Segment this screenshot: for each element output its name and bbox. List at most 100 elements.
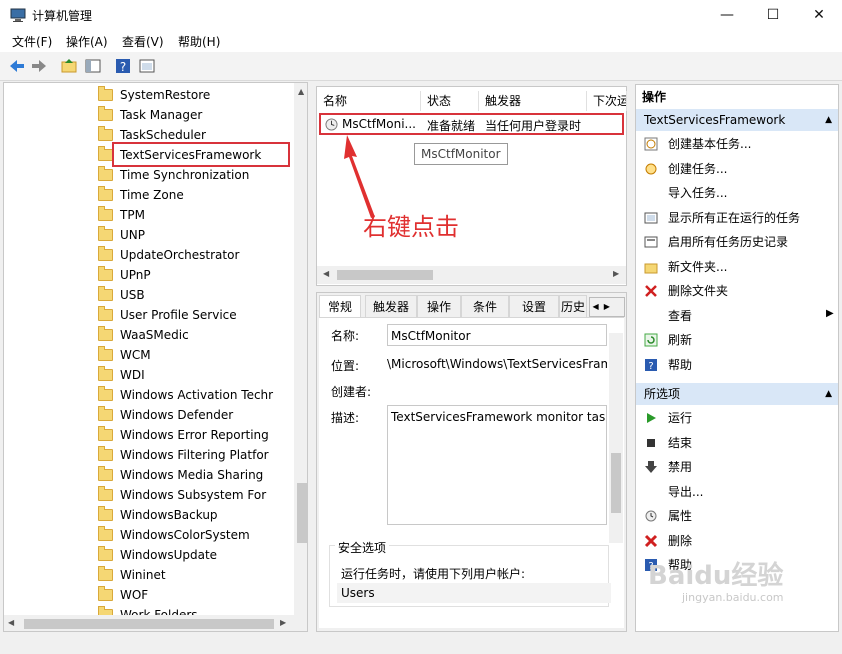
folder-icon [98,466,113,481]
tree-item[interactable]: Windows Error Reporting [98,425,269,445]
menu-help[interactable]: 帮助(H) [178,33,220,50]
action-item[interactable]: 创建基本任务... [644,133,751,155]
tab-conditions[interactable]: 条件 [461,295,509,317]
tree-item[interactable]: TPM [98,205,145,225]
tooltip: MsCtfMonitor [414,143,508,165]
tree-item[interactable]: Windows Media Sharing [98,465,263,485]
action-item[interactable]: 显示所有正在运行的任务 [644,207,800,229]
tree-item[interactable]: SystemRestore [98,85,210,105]
help-icon[interactable]: ? [114,57,132,75]
tab-triggers[interactable]: 触发器 [365,295,417,317]
tree-item[interactable]: Wininet [98,565,166,585]
tree-item[interactable]: Task Manager [98,105,202,125]
menu-view[interactable]: 查看(V) [122,33,164,50]
close-button[interactable]: ✕ [796,0,842,30]
description-field[interactable]: TextServicesFramework monitor task [387,405,607,525]
action-item[interactable]: 运行 [647,407,692,429]
tree-item[interactable]: WDI [98,365,145,385]
collapse-icon[interactable]: ▲ [825,109,832,131]
tree-item-label: User Profile Service [120,308,237,322]
action-item[interactable]: 创建任务... [645,158,727,180]
menu-file[interactable]: 文件(F) [12,33,52,50]
tree-item[interactable]: WindowsUpdate [98,545,217,565]
collapse-icon-2[interactable]: ▲ [825,383,832,405]
tree-item-label: USB [120,288,145,302]
name-field[interactable]: MsCtfMonitor [387,324,607,346]
task-status: 准备就绪 [427,119,476,133]
tree-item[interactable]: UPnP [98,265,151,285]
action-item[interactable]: 导出... [668,481,703,503]
tree-item[interactable]: Windows Activation Techr [98,385,273,405]
action-item[interactable]: 查看 [668,305,692,327]
tree-item[interactable]: Time Zone [98,185,184,205]
security-user: Users [337,583,611,603]
action-item[interactable]: 启用所有任务历史记录 [644,231,788,253]
tree-item[interactable]: Windows Subsystem For [98,485,267,505]
tab-history[interactable]: 历史 [559,295,587,317]
action-item[interactable]: 导入任务... [668,182,727,204]
column-header-status[interactable]: 状态 [421,91,479,111]
section-title-2: 所选项 [644,387,681,401]
task-trigger: 当任何用户登录时 [485,119,582,133]
maximize-button[interactable]: ☐ [750,0,796,30]
section-textservicesframework[interactable]: TextServicesFramework ▲ [636,109,838,131]
submenu-arrow-icon: ▶ [826,308,834,319]
tab-actions[interactable]: 操作 [417,295,461,317]
tree-item[interactable]: WaaSMedic [98,325,189,345]
tree-vertical-scrollbar[interactable]: ▲ [294,83,307,615]
tree-item[interactable]: USB [98,285,145,305]
basic-task-icon [644,137,658,151]
tree-item[interactable]: WindowsColorSystem [98,525,250,545]
tree-scroll-thumb[interactable] [297,483,307,543]
tree-item[interactable]: User Profile Service [98,305,237,325]
action-item[interactable]: 新文件夹... [644,256,727,278]
folder-icon [98,86,113,101]
menu-action[interactable]: 操作(A) [66,33,108,50]
task-row[interactable]: MsCtfMoni... 准备就绪 当任何用户登录时 [319,113,624,135]
action-item[interactable]: 刷新 [644,329,692,351]
column-header-name[interactable]: 名称 [317,91,421,111]
tree-item-label: WaaSMedic [120,328,189,342]
tab-scroll-arrows[interactable]: ◀ ▶ [589,297,625,317]
tree-item[interactable]: UpdateOrchestrator [98,245,239,265]
tasklist-horizontal-scrollbar[interactable]: ◀ ▶ [317,266,626,284]
back-arrow-icon[interactable] [8,57,26,75]
folder-icon [98,406,113,421]
tree-item[interactable]: UNP [98,225,145,245]
action-item[interactable]: 删除文件夹 [645,280,728,302]
tree-item[interactable]: WOF [98,585,148,605]
watermark-url: jingyan.baidu.com [682,591,784,604]
tree-item[interactable]: WCM [98,345,151,365]
tree-item-label: Wininet [120,568,166,582]
tree-item-label: Windows Defender [120,408,234,422]
forward-arrow-icon[interactable] [30,57,48,75]
column-header-trigger[interactable]: 触发器 [479,91,587,111]
title-bar: 计算机管理 — ☐ ✕ [0,0,842,30]
action-item[interactable]: ? 帮助 [645,354,692,376]
create-task-icon [645,163,657,174]
props-scrollbar[interactable] [609,333,623,543]
delete-icon [644,534,658,547]
action-item[interactable]: 禁用 [645,456,693,478]
tree-item[interactable]: Time Synchronization [98,165,249,185]
tree-item[interactable]: Windows Defender [98,405,234,425]
tab-settings[interactable]: 设置 [509,295,559,317]
up-folder-icon[interactable] [60,57,78,75]
run-icon [647,413,656,423]
actions-pane: 操作 TextServicesFramework ▲ 创建基本任务... 创建任务… [635,84,839,632]
action-item[interactable]: 属性 [645,505,692,527]
show-hide-tree-icon[interactable] [84,57,102,75]
column-header-next-run[interactable]: 下次运 [587,91,627,111]
tree-hscroll-thumb[interactable] [24,619,274,629]
tree-item[interactable]: WindowsBackup [98,505,218,525]
tree-item-label: Windows Subsystem For [120,488,267,502]
tree-item[interactable]: Windows Filtering Platfor [98,445,269,465]
tab-general[interactable]: 常规 [319,295,361,317]
action-item[interactable]: 结束 [647,432,692,454]
tree-horizontal-scrollbar[interactable]: ◀ ▶ [4,615,307,631]
action-item[interactable]: 删除 [644,530,692,552]
section-selected-item[interactable]: 所选项 ▲ [636,383,838,405]
action-label: 禁用 [668,460,693,474]
minimize-button[interactable]: — [704,0,750,30]
console-icon[interactable] [138,57,156,75]
